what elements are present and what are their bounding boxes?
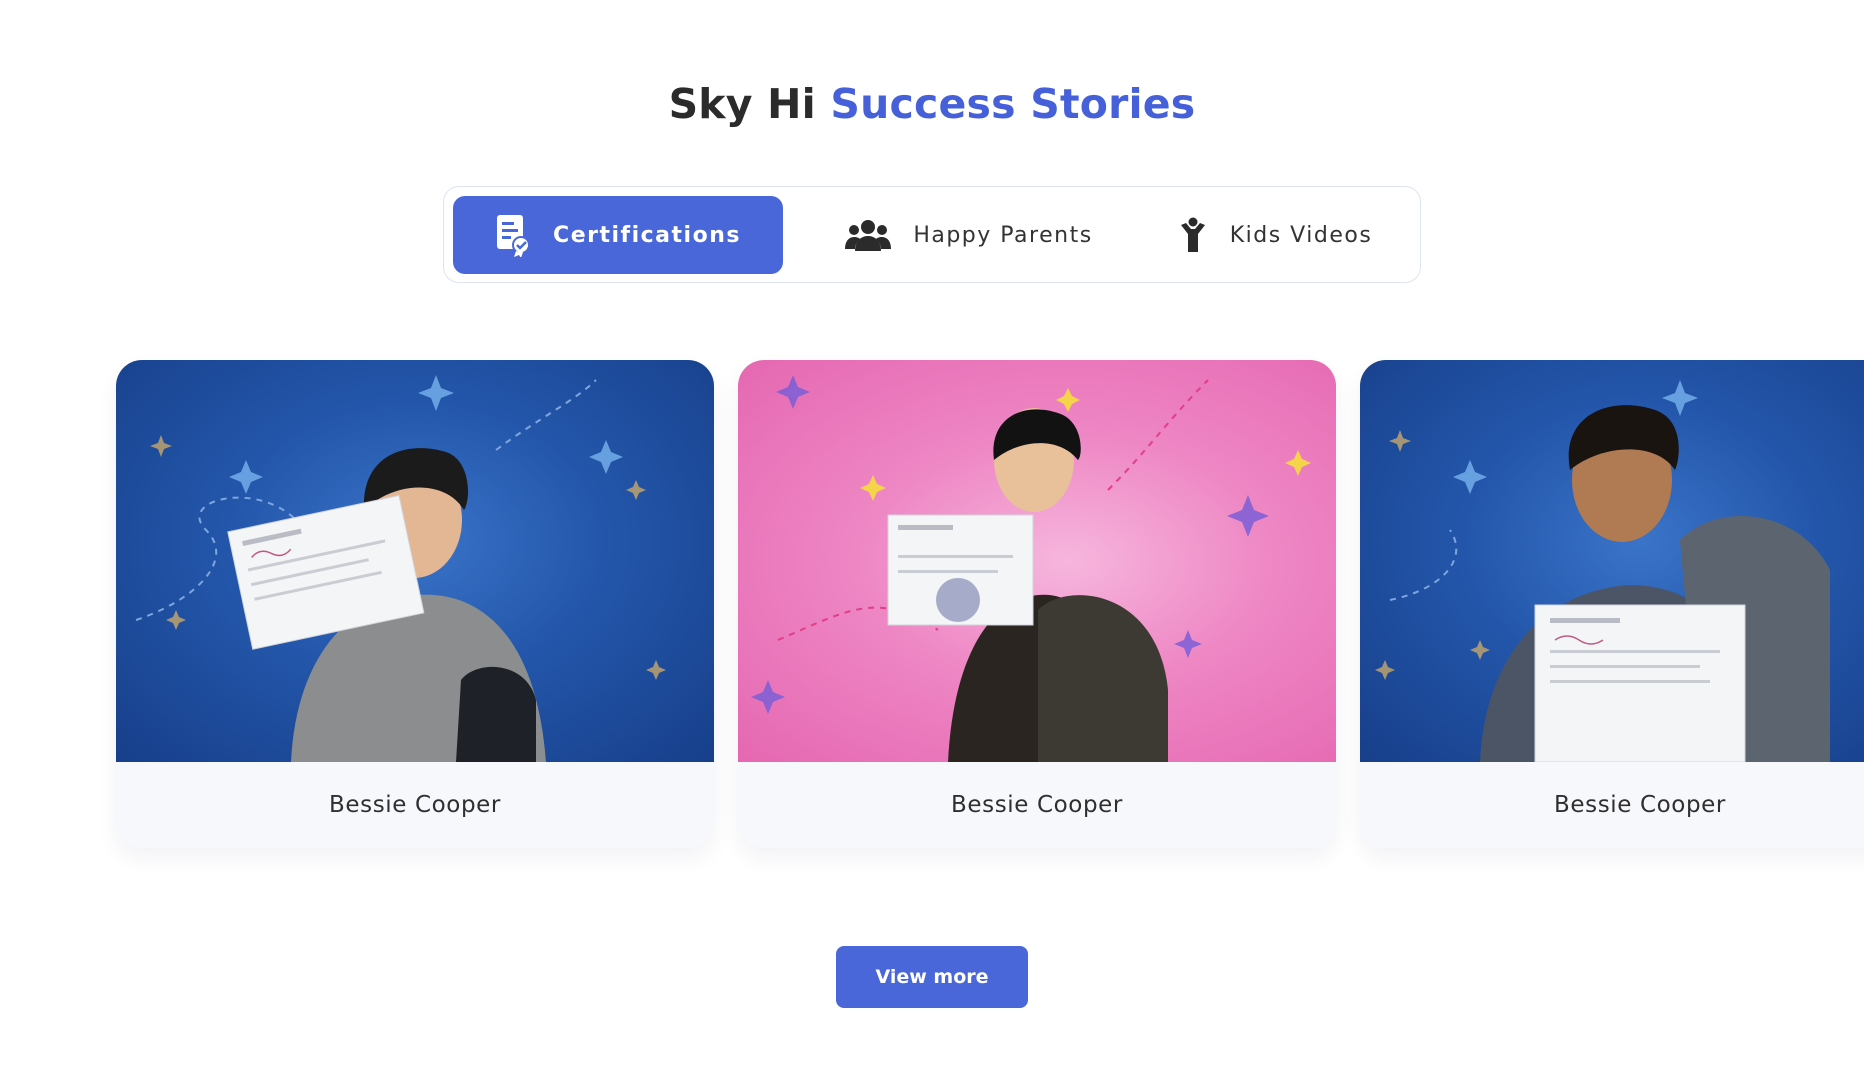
- student-photo: [738, 360, 1336, 762]
- tab-label: Kids Videos: [1229, 222, 1373, 248]
- story-card[interactable]: Bessie Cooper: [1360, 360, 1864, 848]
- story-card[interactable]: Bessie Cooper: [116, 360, 714, 848]
- story-card[interactable]: Bessie Cooper: [738, 360, 1336, 848]
- child-icon: [1178, 217, 1208, 253]
- title-highlight: Success Stories: [830, 80, 1196, 128]
- view-more-button[interactable]: View more: [836, 946, 1028, 1008]
- certificate-icon: [495, 213, 531, 257]
- tab-label: Happy Parents: [913, 222, 1093, 248]
- tab-label: Certifications: [553, 222, 741, 248]
- story-tabs: Certifications Happy Parents Kids Videos: [443, 186, 1421, 283]
- student-name: Bessie Cooper: [1554, 792, 1726, 818]
- people-group-icon: [845, 218, 892, 252]
- tab-happy-parents[interactable]: Happy Parents: [819, 196, 1119, 274]
- student-name: Bessie Cooper: [951, 792, 1123, 818]
- title-brand: Sky Hi: [668, 80, 816, 128]
- section-title: Sky Hi Success Stories: [0, 80, 1864, 128]
- student-photo: [1360, 360, 1864, 762]
- tab-kids-videos[interactable]: Kids Videos: [1144, 196, 1406, 274]
- tab-certifications[interactable]: Certifications: [453, 196, 783, 274]
- student-name: Bessie Cooper: [329, 792, 501, 818]
- student-photo: [116, 360, 714, 762]
